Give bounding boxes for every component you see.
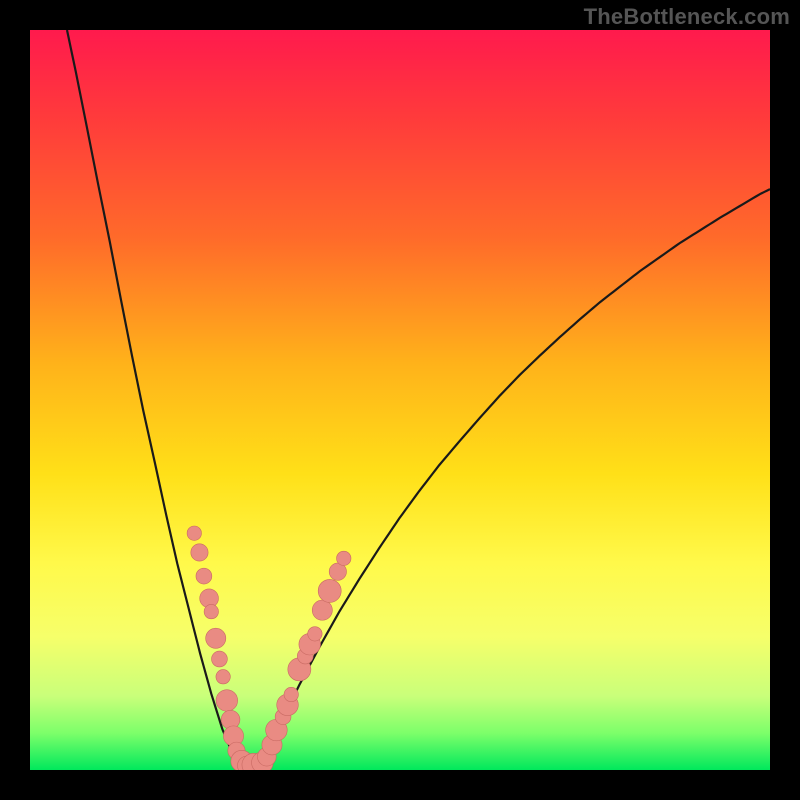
curve-svg (30, 30, 770, 770)
data-marker (308, 627, 322, 641)
data-marker (337, 551, 351, 565)
marker-group (187, 526, 351, 770)
data-marker (187, 526, 201, 540)
curve-right (259, 189, 770, 770)
data-marker (216, 690, 238, 712)
data-marker (216, 670, 230, 684)
data-marker (191, 544, 208, 561)
data-marker (206, 628, 226, 648)
data-marker (284, 687, 298, 701)
data-marker (204, 604, 218, 618)
data-marker (196, 568, 212, 584)
data-marker (312, 600, 332, 620)
watermark-text: TheBottleneck.com (584, 4, 790, 30)
plot-area (30, 30, 770, 770)
data-marker (318, 579, 341, 602)
chart-frame: TheBottleneck.com (0, 0, 800, 800)
data-marker (212, 651, 228, 667)
